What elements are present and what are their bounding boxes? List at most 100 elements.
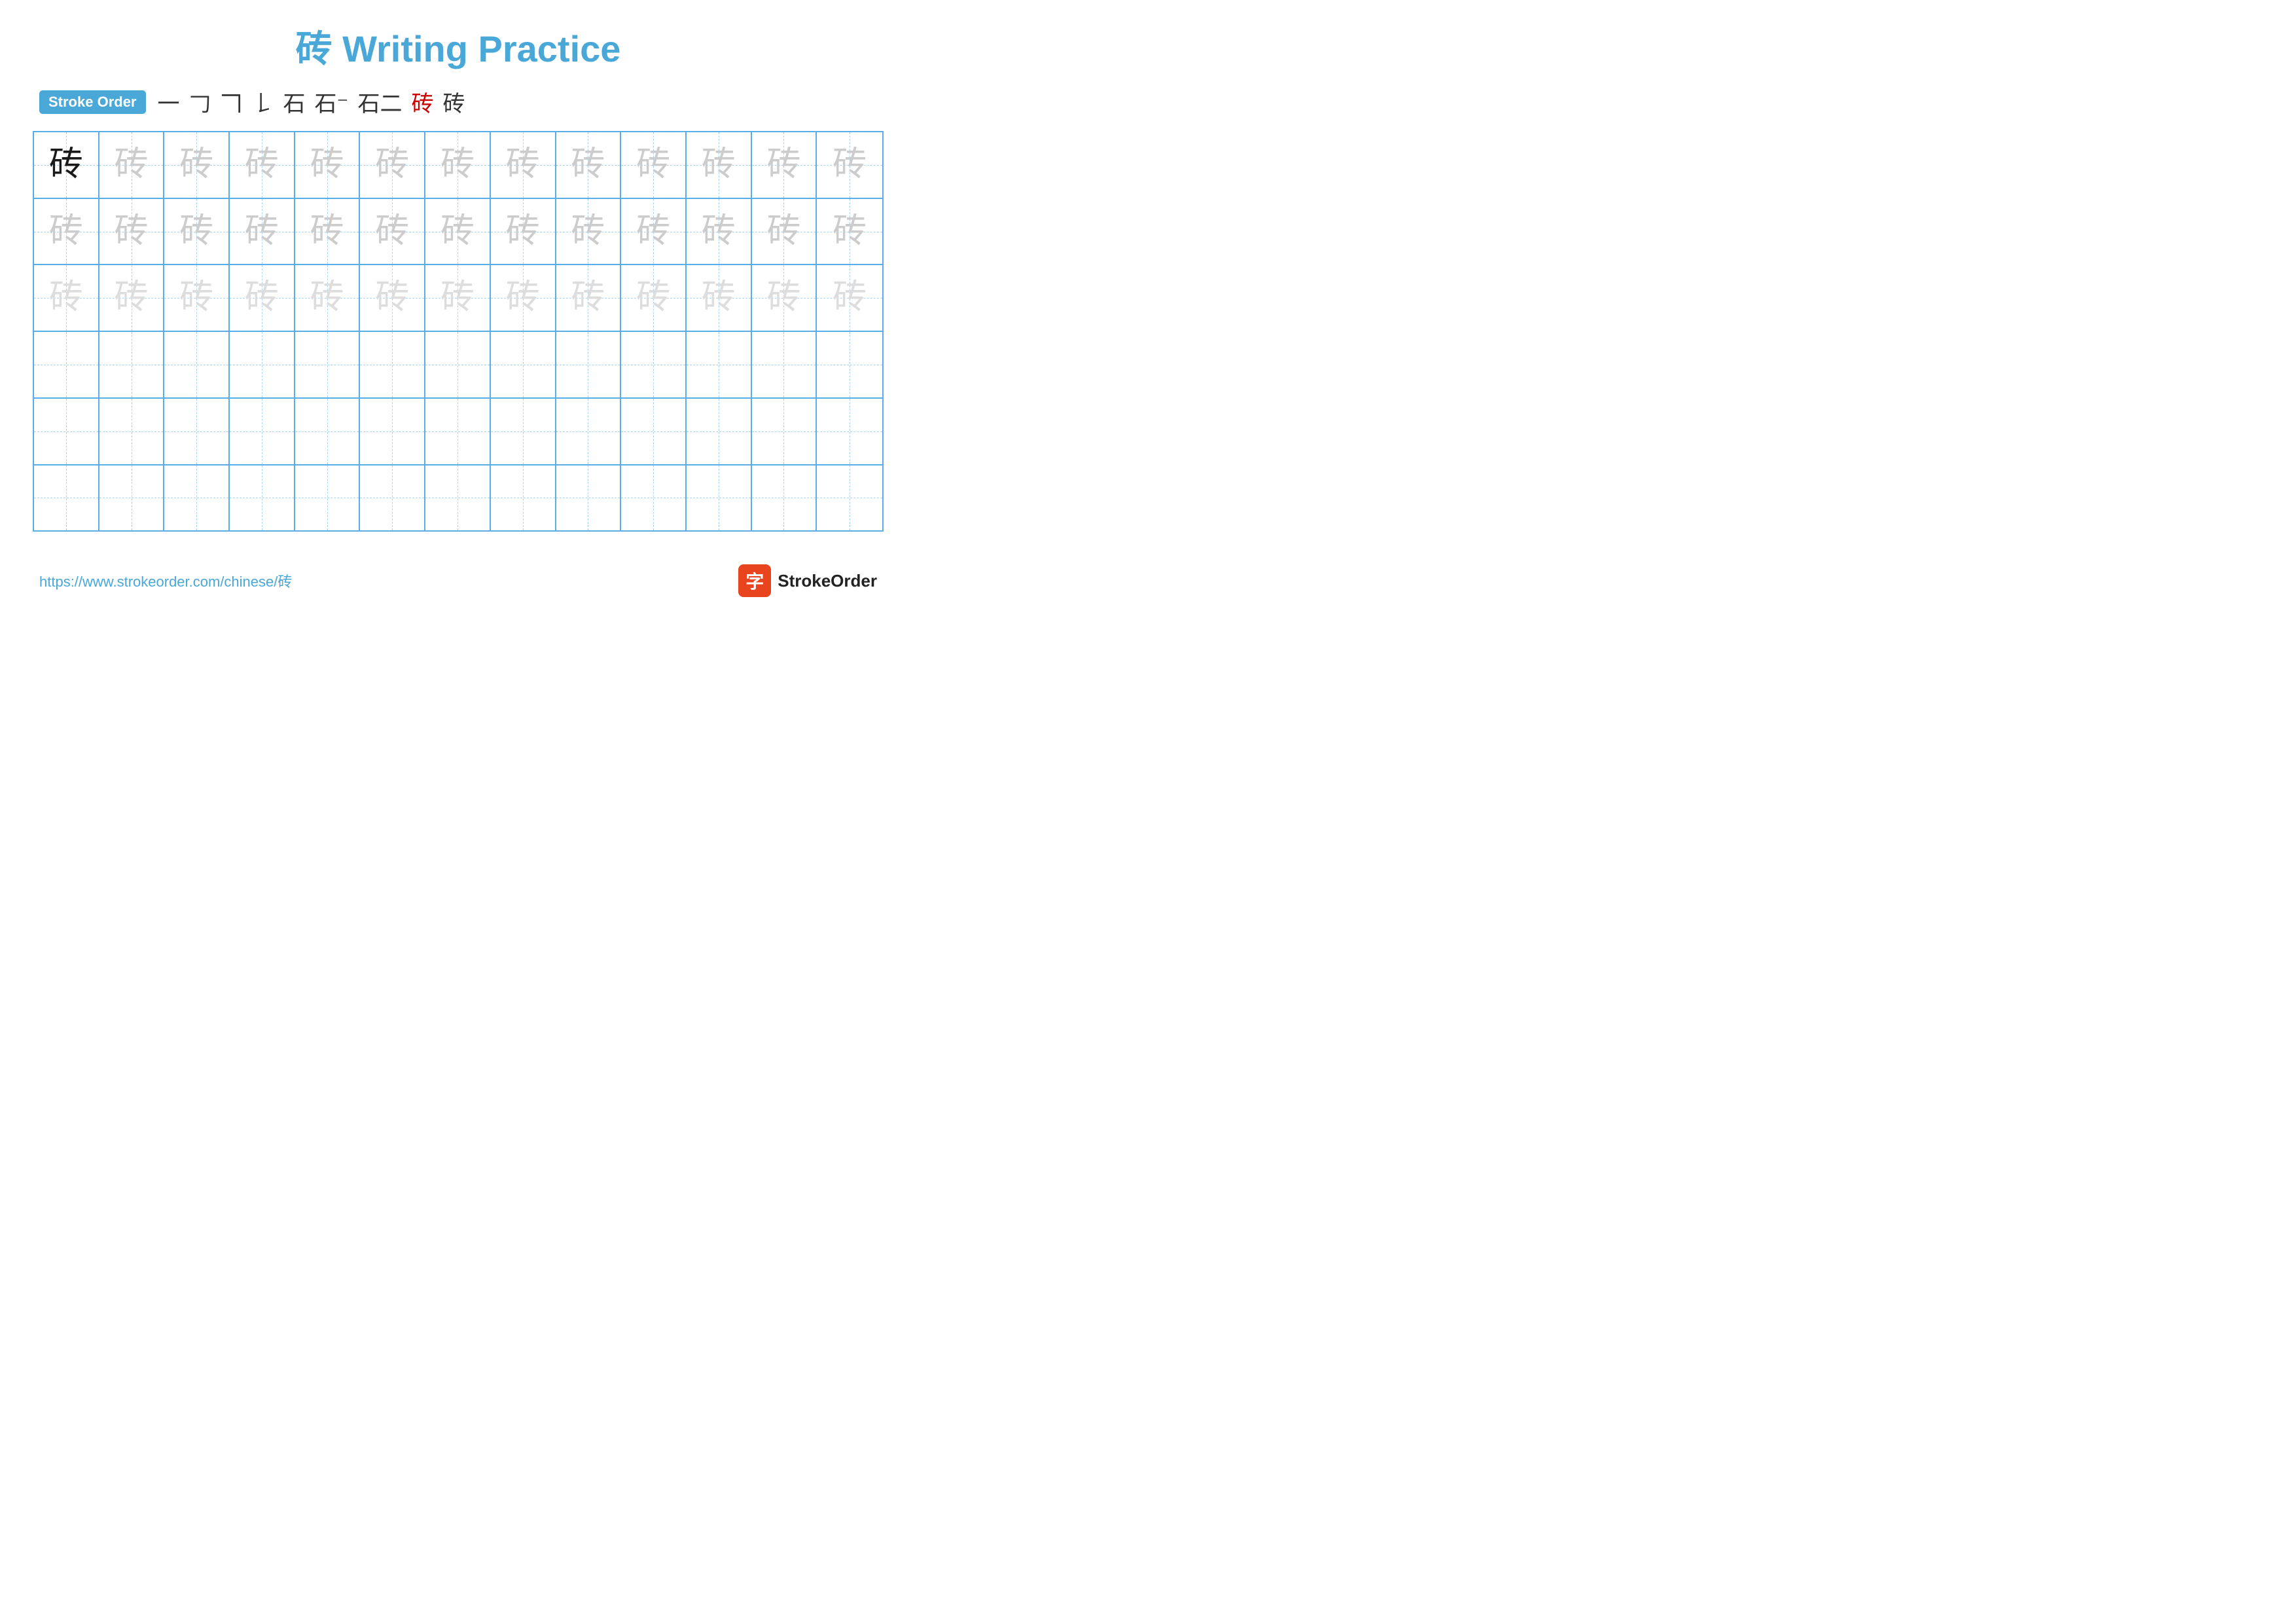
grid-cell-4-12[interactable]	[752, 332, 817, 397]
grid-cell-3-7[interactable]: 砖	[425, 265, 491, 331]
grid-cell-5-7[interactable]	[425, 399, 491, 464]
grid-cell-3-3[interactable]: 砖	[164, 265, 230, 331]
grid-row-4	[34, 332, 882, 399]
grid-cell-3-9[interactable]: 砖	[556, 265, 622, 331]
footer: https://www.strokeorder.com/chinese/砖 字 …	[33, 551, 884, 604]
grid-cell-3-2[interactable]: 砖	[99, 265, 165, 331]
grid-cell-1-5[interactable]: 砖	[295, 132, 361, 198]
grid-cell-6-2[interactable]	[99, 465, 165, 531]
grid-cell-6-5[interactable]	[295, 465, 361, 531]
grid-cell-2-3[interactable]: 砖	[164, 199, 230, 264]
grid-cell-2-12[interactable]: 砖	[752, 199, 817, 264]
grid-cell-6-3[interactable]	[164, 465, 230, 531]
grid-cell-6-13[interactable]	[817, 465, 882, 531]
grid-cell-5-5[interactable]	[295, 399, 361, 464]
grid-cell-5-9[interactable]	[556, 399, 622, 464]
grid-cell-2-10[interactable]: 砖	[621, 199, 687, 264]
grid-cell-4-3[interactable]	[164, 332, 230, 397]
grid-cell-1-2[interactable]: 砖	[99, 132, 165, 198]
grid-cell-3-1[interactable]: 砖	[34, 265, 99, 331]
grid-cell-4-9[interactable]	[556, 332, 622, 397]
grid-cell-1-6[interactable]: 砖	[360, 132, 425, 198]
grid-cell-2-7[interactable]: 砖	[425, 199, 491, 264]
grid-cell-3-4[interactable]: 砖	[230, 265, 295, 331]
grid-cell-6-4[interactable]	[230, 465, 295, 531]
grid-cell-6-10[interactable]	[621, 465, 687, 531]
stroke-1: 一	[158, 86, 180, 118]
practice-grid: 砖 砖 砖 砖 砖 砖 砖 砖 砖 砖 砖 砖 砖 砖 砖 砖 砖 砖 砖 砖 …	[33, 131, 884, 532]
grid-cell-4-6[interactable]	[360, 332, 425, 397]
grid-cell-5-13[interactable]	[817, 399, 882, 464]
grid-cell-5-2[interactable]	[99, 399, 165, 464]
grid-cell-3-10[interactable]: 砖	[621, 265, 687, 331]
stroke-2: 𠃌	[189, 86, 211, 118]
grid-cell-6-12[interactable]	[752, 465, 817, 531]
stroke-order-badge: Stroke Order	[39, 90, 146, 114]
grid-cell-6-11[interactable]	[687, 465, 752, 531]
grid-cell-4-10[interactable]	[621, 332, 687, 397]
grid-cell-5-8[interactable]	[491, 399, 556, 464]
grid-cell-6-6[interactable]	[360, 465, 425, 531]
grid-cell-5-12[interactable]	[752, 399, 817, 464]
stroke-5: 石	[283, 86, 306, 118]
grid-cell-3-6[interactable]: 砖	[360, 265, 425, 331]
grid-cell-6-8[interactable]	[491, 465, 556, 531]
stroke-7: 石二	[357, 86, 402, 118]
grid-cell-3-8[interactable]: 砖	[491, 265, 556, 331]
grid-cell-2-9[interactable]: 砖	[556, 199, 622, 264]
grid-cell-4-2[interactable]	[99, 332, 165, 397]
grid-cell-2-6[interactable]: 砖	[360, 199, 425, 264]
grid-cell-5-11[interactable]	[687, 399, 752, 464]
grid-cell-6-9[interactable]	[556, 465, 622, 531]
stroke-3: 𠃍	[221, 86, 243, 118]
grid-cell-5-10[interactable]	[621, 399, 687, 464]
grid-row-2: 砖 砖 砖 砖 砖 砖 砖 砖 砖 砖 砖 砖 砖	[34, 199, 882, 266]
grid-cell-1-7[interactable]: 砖	[425, 132, 491, 198]
footer-url[interactable]: https://www.strokeorder.com/chinese/砖	[39, 570, 292, 591]
grid-cell-1-12[interactable]: 砖	[752, 132, 817, 198]
title-char: 砖	[296, 28, 332, 69]
grid-row-1: 砖 砖 砖 砖 砖 砖 砖 砖 砖 砖 砖 砖 砖	[34, 132, 882, 199]
grid-cell-1-8[interactable]: 砖	[491, 132, 556, 198]
title-text: Writing Practice	[332, 28, 621, 69]
grid-cell-3-12[interactable]: 砖	[752, 265, 817, 331]
grid-cell-5-3[interactable]	[164, 399, 230, 464]
grid-cell-5-6[interactable]	[360, 399, 425, 464]
grid-cell-4-11[interactable]	[687, 332, 752, 397]
grid-cell-5-4[interactable]	[230, 399, 295, 464]
grid-row-6	[34, 465, 882, 531]
grid-cell-2-13[interactable]: 砖	[817, 199, 882, 264]
grid-cell-4-8[interactable]	[491, 332, 556, 397]
grid-cell-1-13[interactable]: 砖	[817, 132, 882, 198]
stroke-8: 砖	[411, 86, 433, 118]
grid-cell-3-11[interactable]: 砖	[687, 265, 752, 331]
grid-cell-2-2[interactable]: 砖	[99, 199, 165, 264]
grid-cell-4-1[interactable]	[34, 332, 99, 397]
grid-cell-2-8[interactable]: 砖	[491, 199, 556, 264]
grid-cell-4-4[interactable]	[230, 332, 295, 397]
grid-cell-4-5[interactable]	[295, 332, 361, 397]
stroke-6: 石⁻	[315, 86, 349, 118]
grid-cell-1-4[interactable]: 砖	[230, 132, 295, 198]
grid-cell-2-5[interactable]: 砖	[295, 199, 361, 264]
grid-cell-4-7[interactable]	[425, 332, 491, 397]
grid-row-3: 砖 砖 砖 砖 砖 砖 砖 砖 砖 砖 砖 砖 砖	[34, 265, 882, 332]
grid-cell-2-11[interactable]: 砖	[687, 199, 752, 264]
grid-cell-3-13[interactable]: 砖	[817, 265, 882, 331]
logo-text: StrokeOrder	[778, 571, 877, 591]
grid-cell-2-4[interactable]: 砖	[230, 199, 295, 264]
grid-cell-2-1[interactable]: 砖	[34, 199, 99, 264]
grid-cell-6-1[interactable]	[34, 465, 99, 531]
grid-cell-1-3[interactable]: 砖	[164, 132, 230, 198]
stroke-4: 𠄌	[252, 86, 274, 118]
logo-icon: 字	[738, 564, 771, 597]
grid-cell-5-1[interactable]	[34, 399, 99, 464]
grid-cell-3-5[interactable]: 砖	[295, 265, 361, 331]
grid-cell-1-9[interactable]: 砖	[556, 132, 622, 198]
grid-cell-6-7[interactable]	[425, 465, 491, 531]
grid-cell-4-13[interactable]	[817, 332, 882, 397]
stroke-sequence: 一 𠃌 𠃍 𠄌 石 石⁻ 石二 砖 砖	[158, 86, 465, 118]
grid-cell-1-11[interactable]: 砖	[687, 132, 752, 198]
grid-cell-1-1[interactable]: 砖	[34, 132, 99, 198]
grid-cell-1-10[interactable]: 砖	[621, 132, 687, 198]
